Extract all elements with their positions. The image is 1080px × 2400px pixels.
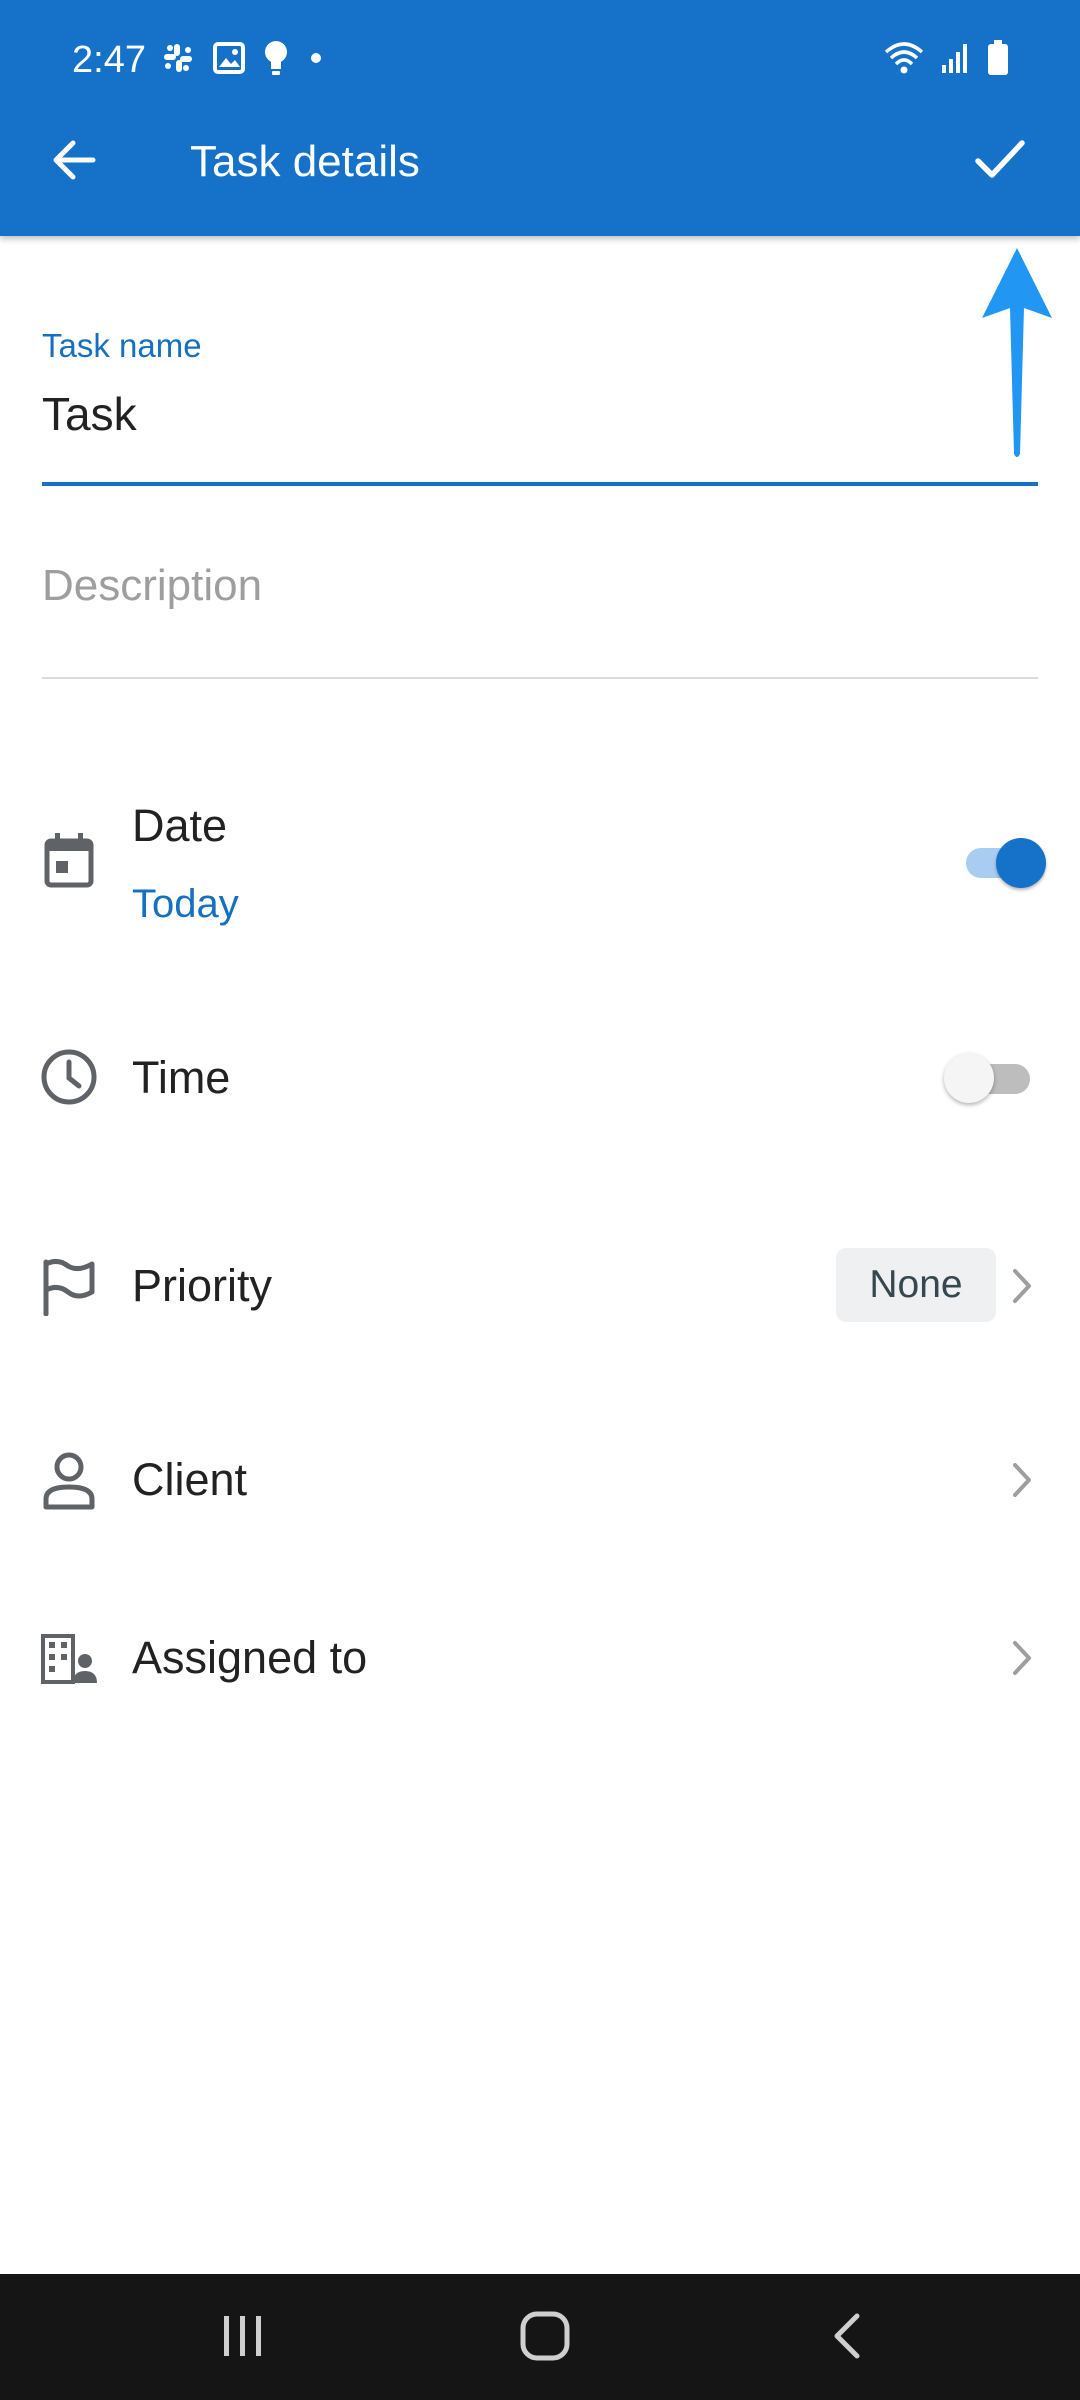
chevron-right-icon (1004, 1262, 1040, 1310)
time-label: Time (132, 1052, 231, 1103)
up-arrow-annotation (980, 246, 1054, 461)
description-input[interactable]: Description (42, 556, 262, 616)
dot-icon (306, 48, 326, 73)
assigned-to-label: Assigned to (132, 1632, 368, 1683)
date-value[interactable]: Today (132, 878, 239, 930)
task-name-input[interactable]: Task (42, 386, 137, 442)
bulb-icon (262, 39, 290, 82)
nav-back-button[interactable] (792, 2300, 902, 2376)
check-icon (972, 135, 1028, 190)
date-label: Date (132, 800, 228, 851)
home-icon (519, 2310, 571, 2367)
battery-icon (986, 39, 1010, 82)
recents-icon (218, 2312, 268, 2365)
building-person-icon (36, 1626, 102, 1692)
save-button[interactable] (958, 126, 1042, 198)
priority-label: Priority (132, 1260, 273, 1311)
page-title: Task details (190, 137, 420, 186)
recents-button[interactable] (188, 2300, 298, 2376)
priority-value-chip[interactable]: None (836, 1248, 996, 1322)
slack-icon (160, 40, 196, 81)
date-toggle[interactable] (964, 834, 1050, 890)
chevron-right-icon (1004, 1634, 1040, 1682)
description-underline (42, 677, 1038, 679)
calendar-icon (36, 828, 102, 894)
back-icon (829, 2310, 865, 2367)
client-label: Client (132, 1454, 248, 1505)
clock-icon (36, 1044, 102, 1110)
status-time: 2:47 (72, 39, 146, 81)
home-button[interactable] (490, 2300, 600, 2376)
wifi-icon (882, 40, 926, 81)
time-toggle[interactable] (942, 1050, 1034, 1106)
app-bar: 2:47 Task details (0, 0, 1080, 236)
signal-icon (940, 41, 972, 80)
flag-icon (36, 1254, 102, 1320)
arrow-back-icon (49, 135, 99, 190)
task-name-underline (42, 482, 1038, 486)
back-button[interactable] (38, 126, 110, 198)
status-right-icons (882, 36, 1010, 84)
status-left-icons (160, 38, 326, 82)
image-icon (212, 41, 246, 80)
person-icon (36, 1448, 102, 1514)
task-name-label: Task name (42, 327, 202, 364)
chevron-right-icon (1004, 1456, 1040, 1504)
